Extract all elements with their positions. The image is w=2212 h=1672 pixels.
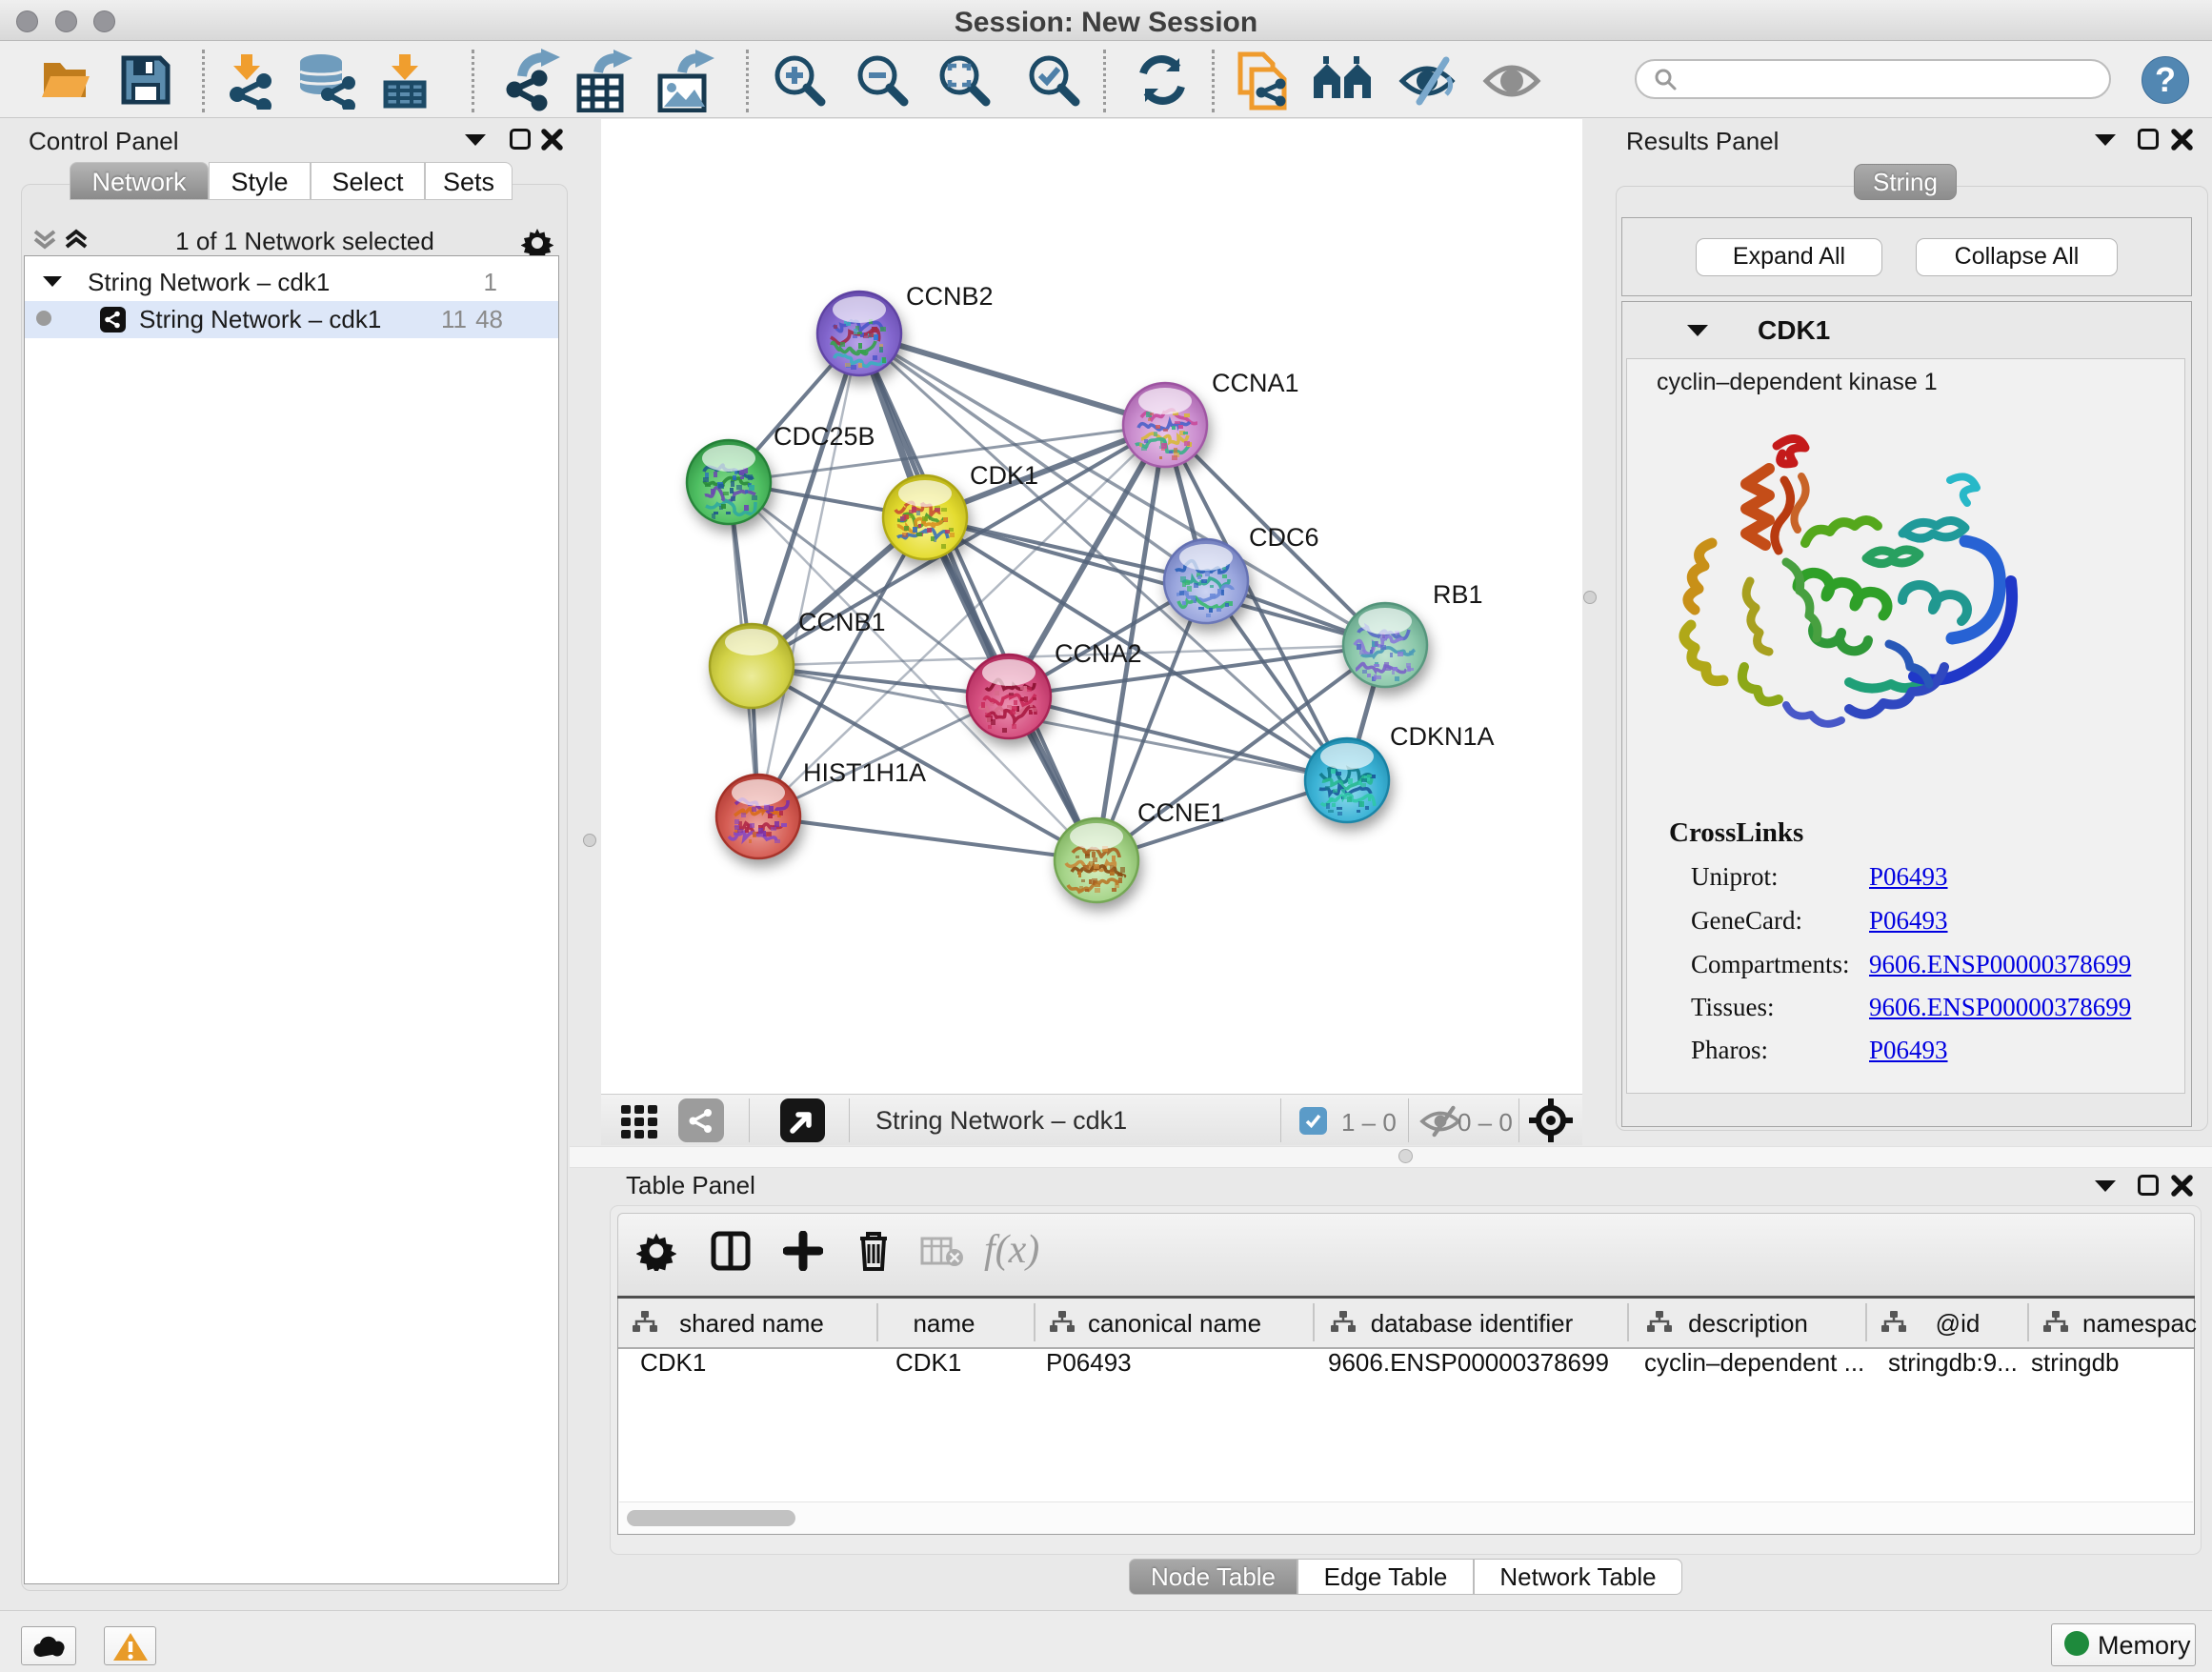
svg-text:RB1: RB1 bbox=[1433, 580, 1483, 609]
svg-text:CDKN1A: CDKN1A bbox=[1390, 722, 1495, 751]
svg-text:CDC6: CDC6 bbox=[1249, 523, 1319, 552]
svg-text:HIST1H1A: HIST1H1A bbox=[803, 758, 926, 787]
svg-text:CCNB1: CCNB1 bbox=[798, 608, 886, 636]
svg-text:CDC25B: CDC25B bbox=[774, 422, 875, 451]
svg-text:CCNA1: CCNA1 bbox=[1212, 369, 1299, 397]
svg-text:CCNB2: CCNB2 bbox=[906, 282, 994, 311]
svg-text:CCNE1: CCNE1 bbox=[1137, 798, 1225, 827]
svg-text:CDK1: CDK1 bbox=[970, 461, 1038, 490]
svg-text:CCNA2: CCNA2 bbox=[1055, 639, 1142, 668]
